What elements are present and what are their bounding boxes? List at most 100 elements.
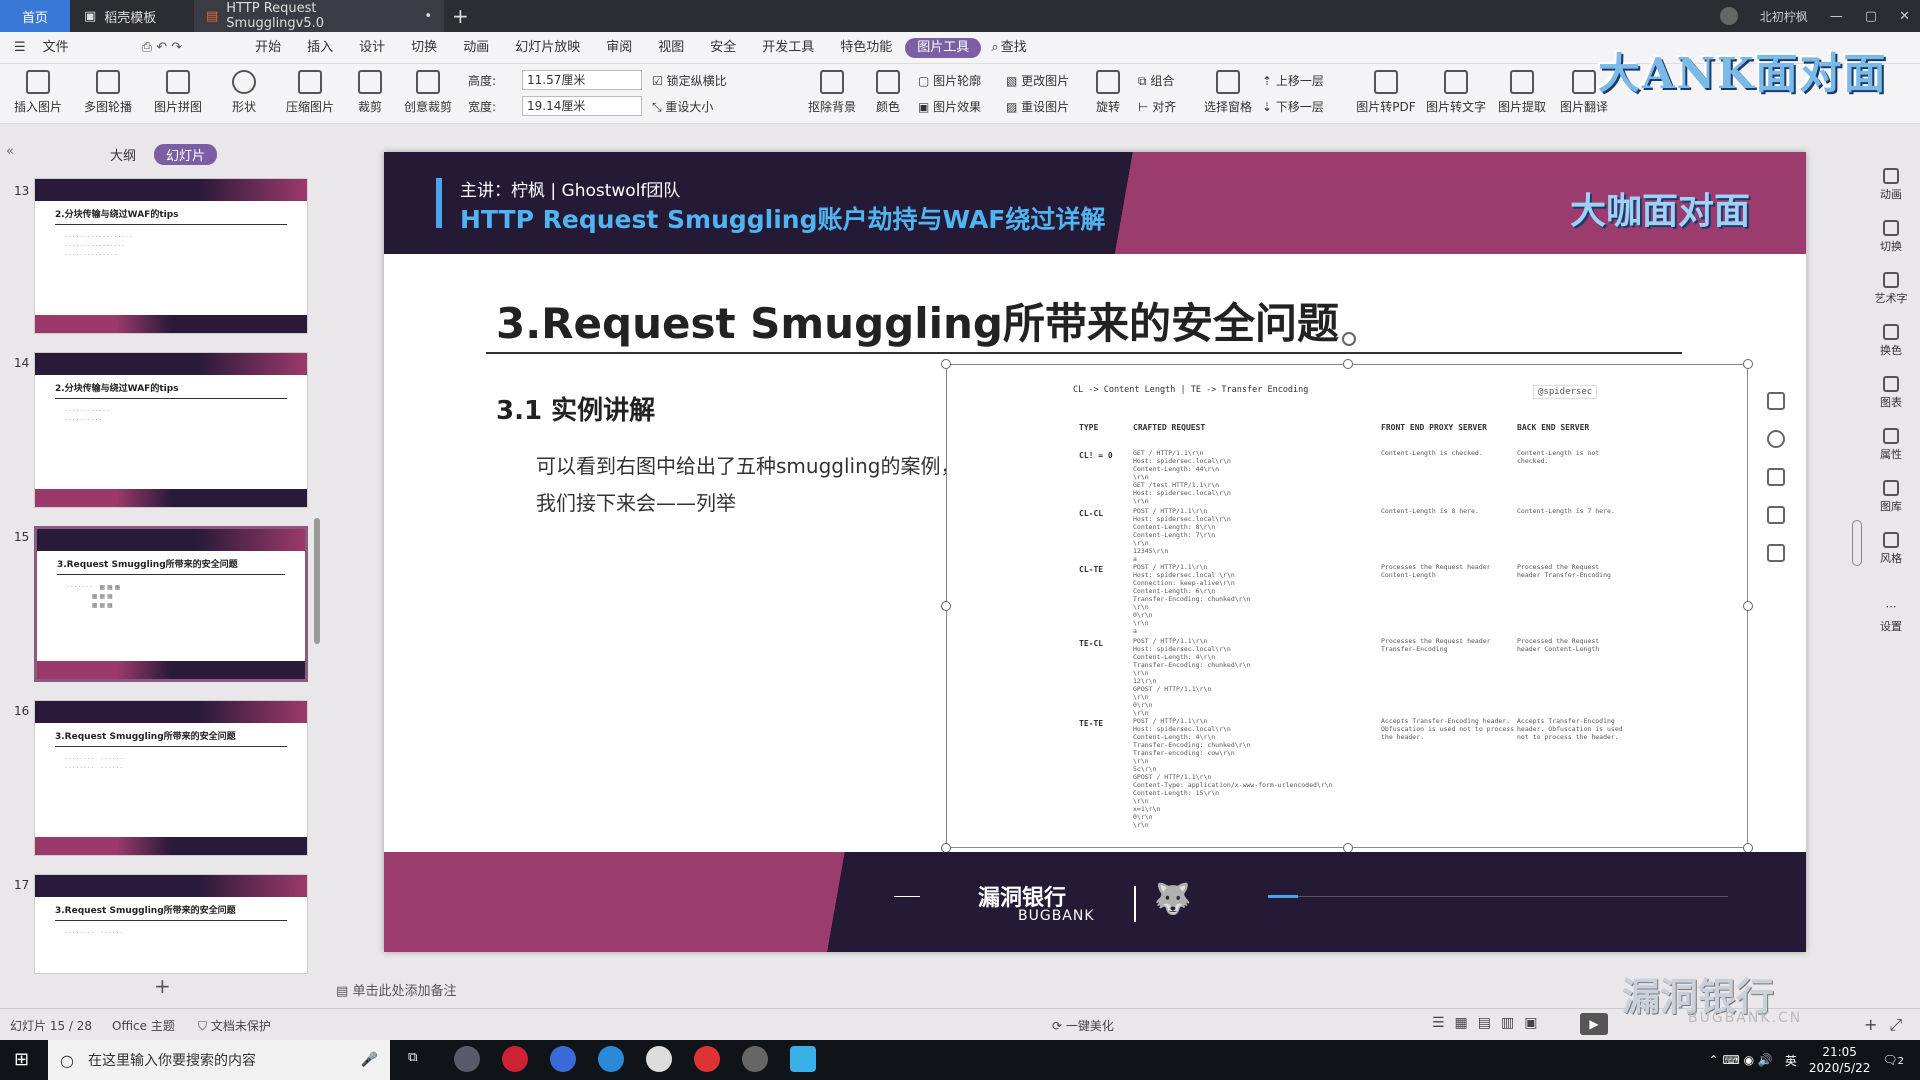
windows-start-icon[interactable]: ⊞: [14, 1049, 29, 1070]
height-input[interactable]: 11.57厘米: [522, 70, 642, 90]
menu-picture-tools[interactable]: 图片工具: [905, 37, 982, 58]
remove-background-button[interactable]: 抠除背景: [800, 70, 864, 115]
close-icon[interactable]: •: [424, 9, 432, 24]
reset-size-button[interactable]: ⤡ 重设大小: [652, 98, 713, 115]
new-tab-button[interactable]: +: [452, 0, 469, 32]
app-icon[interactable]: [454, 1046, 480, 1072]
slide-canvas[interactable]: 主讲：柠枫 | Ghostwolf团队 HTTP Request Smuggli…: [384, 152, 1806, 952]
maximize-button[interactable]: ▢: [1865, 9, 1877, 24]
change-picture-button[interactable]: ▧ 更改图片: [1006, 72, 1069, 89]
minimize-button[interactable]: —: [1830, 9, 1843, 24]
menu-view[interactable]: 视图: [645, 32, 697, 64]
crop-button[interactable]: 裁剪: [338, 70, 402, 115]
settings-tool[interactable]: ⋯ 设置: [1868, 600, 1914, 634]
bring-forward-button[interactable]: ⇡ 上移一层: [1262, 72, 1324, 89]
align-button[interactable]: ⊢ 对齐: [1138, 98, 1176, 115]
app-icon[interactable]: [742, 1046, 768, 1072]
ime-indicator[interactable]: 英: [1785, 1052, 1797, 1069]
app-icon[interactable]: [694, 1046, 720, 1072]
reset-picture-button[interactable]: ▨ 重设图片: [1006, 98, 1069, 115]
tab-document[interactable]: ▤ HTTP Request Smugglingv5.0 •: [194, 0, 444, 32]
slide-thumbnail-14[interactable]: 2.分块传输与绕过WAF的tips · · · · · · · · · · · ·…: [34, 352, 308, 508]
gallery-tool[interactable]: 图库: [1868, 480, 1914, 514]
beautify-button[interactable]: ⟳ 一键美化: [1052, 1017, 1114, 1034]
app-icon[interactable]: [598, 1046, 624, 1072]
chart-tool[interactable]: 图表: [1868, 376, 1914, 410]
lock-ratio-checkbox[interactable]: ☑ 锁定纵横比: [652, 72, 727, 89]
zoom-icon[interactable]: [1767, 430, 1785, 448]
menu-features[interactable]: 特色功能: [827, 32, 905, 64]
picture-extract-button[interactable]: 图片提取: [1490, 70, 1554, 115]
resize-handle[interactable]: [1743, 601, 1753, 611]
resize-handle[interactable]: [941, 359, 951, 369]
app-icon[interactable]: [550, 1046, 576, 1072]
picture-to-pdf-button[interactable]: 图片转PDF: [1354, 70, 1418, 115]
quick-access-icons[interactable]: ⎙ ↶ ↷: [82, 40, 242, 55]
tab-docer-template[interactable]: ▣ 稻壳模板: [72, 0, 192, 32]
menu-home[interactable]: 开始: [242, 32, 294, 64]
compress-button[interactable]: 压缩图片: [278, 70, 342, 115]
picture-effect-button[interactable]: ▣ 图片效果: [918, 98, 981, 115]
thumbnail-scrollbar[interactable]: [314, 518, 320, 644]
menu-slideshow[interactable]: 幻灯片放映: [502, 32, 593, 64]
slide-heading[interactable]: 3.Request Smuggling所带来的安全问题: [496, 290, 1339, 351]
wps-app-icon[interactable]: [790, 1046, 816, 1072]
menu-devtools[interactable]: 开发工具: [749, 32, 827, 64]
group-button[interactable]: ⧉ 组合: [1138, 72, 1174, 89]
menu-file[interactable]: 文件: [30, 32, 82, 64]
send-backward-button[interactable]: ⇣ 下移一层: [1262, 98, 1324, 115]
slide-thumbnail-13[interactable]: 2.分块传输与绕过WAF的tips · · · · · · · · · · · ·…: [34, 178, 308, 334]
animation-tool[interactable]: 动画: [1868, 168, 1914, 202]
width-input[interactable]: 19.14厘米: [522, 96, 642, 116]
tab-home[interactable]: 首页: [0, 0, 70, 32]
menu-security[interactable]: 安全: [697, 32, 749, 64]
vertical-scrollbar[interactable]: [1852, 520, 1862, 566]
shape-button[interactable]: 形状: [212, 70, 276, 115]
hamburger-icon[interactable]: ☰: [14, 40, 26, 55]
notes-area[interactable]: ▤ 单击此处添加备注: [336, 980, 456, 999]
resize-handle[interactable]: [1343, 359, 1353, 369]
picture-outline-button[interactable]: ▢ 图片轮廓: [918, 72, 981, 89]
selection-pane-button[interactable]: 选择窗格: [1196, 70, 1260, 115]
tray-icons[interactable]: ⌃ ⌨ ◉ 🔊: [1709, 1053, 1773, 1067]
recolor-tool[interactable]: 换色: [1868, 324, 1914, 358]
app-icon[interactable]: [502, 1046, 528, 1072]
properties-tool[interactable]: 属性: [1868, 428, 1914, 462]
search-icon[interactable]: ⌕: [991, 40, 998, 55]
tab-slides[interactable]: 幻灯片: [154, 144, 218, 165]
replace-icon[interactable]: [1767, 544, 1785, 562]
notification-icon[interactable]: 🗨2: [1882, 1053, 1904, 1067]
effects-icon[interactable]: [1767, 506, 1785, 524]
crop-icon[interactable]: [1767, 468, 1785, 486]
add-slide-button[interactable]: +: [154, 974, 171, 998]
close-button[interactable]: ✕: [1899, 9, 1910, 24]
taskbar-search[interactable]: ○ 在这里输入你要搜索的内容 🎤: [48, 1040, 390, 1080]
menu-animation[interactable]: 动画: [450, 32, 502, 64]
resize-handle[interactable]: [941, 601, 951, 611]
creative-crop-button[interactable]: 创意裁剪: [396, 70, 460, 115]
slide-thumbnail-15[interactable]: 3.Request Smuggling所带来的安全问题 · · · · · · ·…: [34, 526, 308, 682]
transition-tool[interactable]: 切换: [1868, 220, 1914, 254]
menu-design[interactable]: 设计: [346, 32, 398, 64]
rotate-handle[interactable]: [1342, 332, 1356, 346]
carousel-button[interactable]: 多图轮播: [76, 70, 140, 115]
insert-picture-button[interactable]: 插入图片: [6, 70, 70, 115]
menu-insert[interactable]: 插入: [294, 32, 346, 64]
theme-name[interactable]: Office 主题: [112, 1017, 175, 1034]
resize-handle[interactable]: [1743, 359, 1753, 369]
layer-icon[interactable]: [1767, 392, 1785, 410]
color-button[interactable]: 颜色: [856, 70, 920, 115]
view-mode-icons[interactable]: ☰▦▤▥▣: [1432, 1015, 1547, 1031]
slide-thumbnail-17[interactable]: 3.Request Smuggling所带来的安全问题 · · · · · · ·…: [34, 874, 308, 974]
app-icon[interactable]: [646, 1046, 672, 1072]
mic-icon[interactable]: 🎤: [361, 1052, 378, 1068]
user-name[interactable]: 北初柠枫: [1760, 8, 1808, 25]
selected-picture[interactable]: CL -> Content Length | TE -> Transfer En…: [946, 364, 1748, 848]
slide-thumbnail-16[interactable]: 3.Request Smuggling所带来的安全问题 · · · · · · ·…: [34, 700, 308, 856]
menu-review[interactable]: 审阅: [593, 32, 645, 64]
collapse-panel-icon[interactable]: «: [6, 144, 14, 159]
task-view-icon[interactable]: ⧉: [408, 1050, 417, 1065]
section-heading[interactable]: 3.1 实例讲解: [496, 390, 655, 427]
rotate-button[interactable]: 旋转: [1076, 70, 1140, 115]
avatar[interactable]: [1719, 7, 1738, 25]
